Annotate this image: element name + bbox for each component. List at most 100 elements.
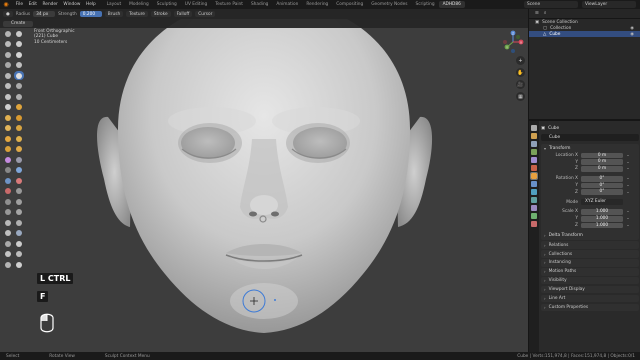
eye-icon[interactable]: ◉ bbox=[630, 26, 634, 31]
tool-multires-displacement-icon[interactable] bbox=[3, 176, 13, 185]
tool-mesh-filter-icon[interactable] bbox=[3, 218, 13, 227]
tool-clay-thumb-icon[interactable] bbox=[3, 50, 13, 59]
tool-annotate-icon[interactable] bbox=[14, 260, 24, 269]
tool-snake-hook-icon[interactable] bbox=[14, 113, 24, 122]
section-motion-paths[interactable]: › Motion Paths bbox=[541, 268, 639, 276]
tool-boundary-icon[interactable] bbox=[14, 145, 24, 154]
lock-icon[interactable]: • bbox=[623, 190, 633, 195]
tool-inflate-icon[interactable] bbox=[3, 61, 13, 70]
rotation-y-field[interactable]: 0° bbox=[581, 182, 623, 189]
3d-viewport[interactable] bbox=[0, 19, 528, 352]
tool-elastic-deform-icon[interactable] bbox=[3, 113, 13, 122]
tool-layer-icon[interactable] bbox=[14, 50, 24, 59]
rotation-z-field[interactable]: 0° bbox=[581, 189, 623, 196]
outliner-row-cube[interactable]: △ Cube ◉ bbox=[529, 31, 640, 37]
perspective-grid-icon[interactable]: ▦ bbox=[516, 92, 525, 101]
tool-draw-icon[interactable] bbox=[3, 29, 13, 38]
tool-box-face-set-icon[interactable] bbox=[14, 197, 24, 206]
tool-flatten-icon[interactable] bbox=[3, 82, 13, 91]
tool-pinch-icon[interactable] bbox=[3, 103, 13, 112]
tool-fill-icon[interactable] bbox=[14, 82, 24, 91]
workspace-tab-geometry-nodes[interactable]: Geometry Nodes bbox=[367, 1, 411, 8]
scene-tab-icon[interactable] bbox=[531, 157, 537, 163]
tool-multiplane-scrape-icon[interactable] bbox=[14, 92, 24, 101]
data-tab-icon[interactable] bbox=[531, 213, 537, 219]
delta-transform-subpanel[interactable]: › Delta Transform bbox=[541, 232, 639, 240]
brush-preview-icon[interactable]: ● bbox=[3, 11, 13, 17]
workspace-tab-active[interactable]: ADHD86 bbox=[438, 1, 465, 8]
menu-render[interactable]: Render bbox=[40, 2, 61, 7]
radius-field[interactable]: 34 px bbox=[33, 11, 56, 17]
section-viewport-display[interactable]: › Viewport Display bbox=[541, 285, 639, 294]
tool-draw-face-sets-icon[interactable] bbox=[14, 166, 24, 175]
tool-box-mask-icon[interactable] bbox=[14, 187, 24, 196]
blender-logo-icon[interactable]: ◉ bbox=[2, 1, 10, 8]
workspace-tab-shading[interactable]: Shading bbox=[247, 1, 272, 8]
tool-grab-icon[interactable] bbox=[14, 103, 24, 112]
menu-file[interactable]: File bbox=[13, 2, 26, 7]
tool-smear-icon[interactable] bbox=[3, 187, 13, 196]
lock-icon[interactable]: • bbox=[623, 223, 633, 228]
tool-cloth-filter-icon[interactable] bbox=[14, 218, 24, 227]
lock-icon[interactable]: • bbox=[623, 209, 633, 214]
constraints-tab-icon[interactable] bbox=[531, 205, 537, 211]
output-tab-icon[interactable] bbox=[531, 141, 537, 147]
tool-transform-icon[interactable] bbox=[3, 260, 13, 269]
particles-tab-icon[interactable] bbox=[531, 189, 537, 195]
world-tab-icon[interactable] bbox=[531, 165, 537, 171]
tool-mask-icon[interactable] bbox=[3, 166, 13, 175]
workspace-tab-compositing[interactable]: Compositing bbox=[332, 1, 367, 8]
scale-z-field[interactable]: 1.000 bbox=[581, 222, 623, 229]
section-instancing[interactable]: › Instancing bbox=[541, 259, 639, 267]
lock-icon[interactable]: • bbox=[623, 176, 633, 181]
tool-move-icon[interactable] bbox=[14, 239, 24, 248]
tool-edit-face-set-icon[interactable] bbox=[14, 229, 24, 238]
section-visibility[interactable]: › Visibility bbox=[541, 277, 639, 285]
workspace-tab-uv-editing[interactable]: UV Editing bbox=[181, 1, 211, 8]
rotation-mode-dropdown[interactable]: XYZ Euler bbox=[581, 199, 623, 206]
section-custom-properties[interactable]: › Custom Properties bbox=[541, 303, 639, 312]
scale-x-field[interactable]: 1.000 bbox=[581, 209, 623, 215]
rotation-x-field[interactable]: 0° bbox=[581, 175, 623, 182]
material-tab-icon[interactable] bbox=[531, 221, 537, 227]
tool-box-trim-icon[interactable] bbox=[3, 208, 13, 217]
create-button[interactable]: Create bbox=[3, 20, 34, 27]
tool-nudge-icon[interactable] bbox=[3, 134, 13, 143]
lock-icon[interactable]: • bbox=[623, 160, 633, 165]
stroke-dropdown[interactable]: Stroke bbox=[150, 11, 171, 17]
section-relations[interactable]: › Relations bbox=[541, 241, 639, 249]
pan-icon[interactable]: ✋ bbox=[516, 68, 525, 77]
workspace-tab-texture-paint[interactable]: Texture Paint bbox=[211, 1, 247, 8]
camera-icon[interactable]: 🎥 bbox=[516, 80, 525, 89]
navigation-gizmo[interactable]: Z X Y bbox=[502, 30, 524, 54]
transform-panel-header[interactable]: ▾ Transform bbox=[541, 144, 639, 152]
physics-tab-icon[interactable] bbox=[531, 197, 537, 203]
tool-rotate-xform-icon[interactable] bbox=[3, 250, 13, 259]
view-layer-selector[interactable]: ViewLayer bbox=[582, 1, 636, 8]
tool-crease-icon[interactable] bbox=[3, 71, 13, 80]
menu-help[interactable]: Help bbox=[83, 2, 98, 7]
object-name-field[interactable]: Cube bbox=[541, 134, 639, 141]
tool-cloth-icon[interactable] bbox=[3, 155, 13, 164]
workspace-tab-layout[interactable]: Layout bbox=[103, 1, 126, 8]
outliner-search-icon[interactable]: ⌕ bbox=[544, 11, 546, 16]
menu-window[interactable]: Window bbox=[61, 2, 84, 7]
lock-icon[interactable]: • bbox=[623, 166, 633, 171]
scene-selector[interactable]: Scene bbox=[524, 1, 578, 8]
tool-smooth-icon[interactable] bbox=[14, 71, 24, 80]
strength-slider[interactable]: 0.200 bbox=[79, 11, 102, 17]
location-y-field[interactable]: 0 m bbox=[581, 159, 623, 166]
tool-slide-relax-icon[interactable] bbox=[3, 145, 13, 154]
location-z-field[interactable]: 0 m bbox=[581, 166, 623, 172]
workspace-tab-modeling[interactable]: Modeling bbox=[125, 1, 153, 8]
tool-blob-icon[interactable] bbox=[14, 61, 24, 70]
lock-icon[interactable]: • bbox=[623, 183, 633, 188]
eye-icon[interactable]: ◉ bbox=[630, 32, 634, 37]
tool-mask-by-color-icon[interactable] bbox=[3, 239, 13, 248]
view-layer-tab-icon[interactable] bbox=[531, 149, 537, 155]
modifier-tab-icon[interactable] bbox=[531, 181, 537, 187]
tool-rotate-icon[interactable] bbox=[14, 134, 24, 143]
tool-simplify-icon[interactable] bbox=[14, 155, 24, 164]
brush-dropdown[interactable]: Brush bbox=[104, 11, 124, 17]
tool-line-project-icon[interactable] bbox=[14, 208, 24, 217]
